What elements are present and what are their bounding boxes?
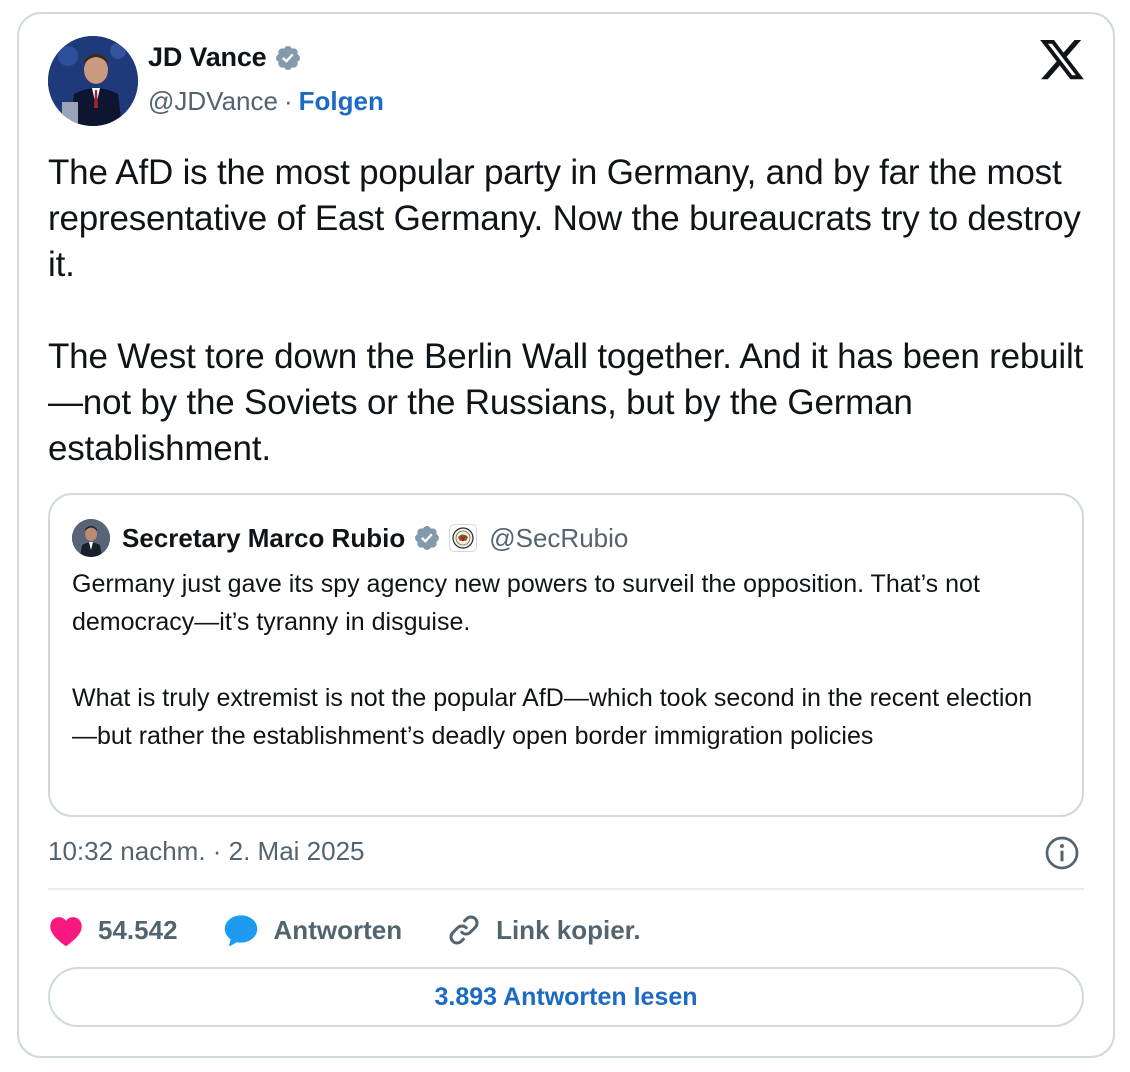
follow-button[interactable]: Folgen (299, 86, 384, 117)
tweet-timestamp[interactable]: 10:32 nachm. · 2. Mai 2025 (48, 836, 365, 867)
state-department-seal-icon (449, 524, 478, 552)
author-name[interactable]: JD Vance (148, 42, 267, 73)
tweet-paragraph: The West tore down the Berlin Wall toget… (48, 337, 1084, 468)
tweet-text: The AfD is the most popular party in Ger… (48, 150, 1088, 472)
tweet-paragraph: The AfD is the most popular party in Ger… (48, 153, 1081, 284)
quoted-author-name[interactable]: Secretary Marco Rubio (122, 523, 405, 554)
quoted-author-handle[interactable]: @SecRubio (489, 523, 628, 554)
like-button[interactable]: 54.542 (48, 913, 178, 947)
quoted-paragraph: Germany just gave its spy agency new pow… (72, 570, 980, 636)
verified-badge-icon (276, 45, 301, 70)
link-icon (449, 915, 479, 945)
author-handle[interactable]: @JDVance (148, 86, 278, 117)
separator-dot: · (283, 86, 293, 116)
reply-bubble-icon (224, 915, 257, 947)
quoted-author-avatar[interactable] (72, 519, 110, 557)
read-replies-button[interactable]: 3.893 Antworten lesen (48, 967, 1084, 1027)
author-handle-row: @JDVance · Folgen (148, 86, 384, 117)
author-avatar[interactable] (48, 36, 138, 126)
copy-link-label: Link kopier. (496, 914, 641, 945)
verified-badge-icon (415, 526, 440, 550)
info-icon[interactable] (1044, 835, 1080, 871)
divider (48, 888, 1084, 890)
reply-button[interactable]: Antworten (222, 913, 403, 947)
author-name-row: JD Vance (148, 42, 302, 73)
like-count: 54.542 (98, 914, 178, 945)
quoted-tweet-header: Secretary Marco Rubio @SecRubio (72, 519, 628, 557)
reply-label: Antworten (273, 914, 403, 945)
heart-icon (50, 917, 82, 946)
copy-link-button[interactable]: Link kopier. (446, 912, 641, 948)
quoted-paragraph: What is truly extremist is not the popul… (72, 684, 1033, 750)
action-bar: 54.542 Antworten Link kopier. (48, 908, 685, 952)
quoted-tweet-text: Germany just gave its spy agency new pow… (72, 565, 1052, 755)
x-logo-icon[interactable] (1040, 40, 1084, 80)
quoted-tweet[interactable]: Secretary Marco Rubio @SecRubio Germany … (48, 493, 1084, 817)
